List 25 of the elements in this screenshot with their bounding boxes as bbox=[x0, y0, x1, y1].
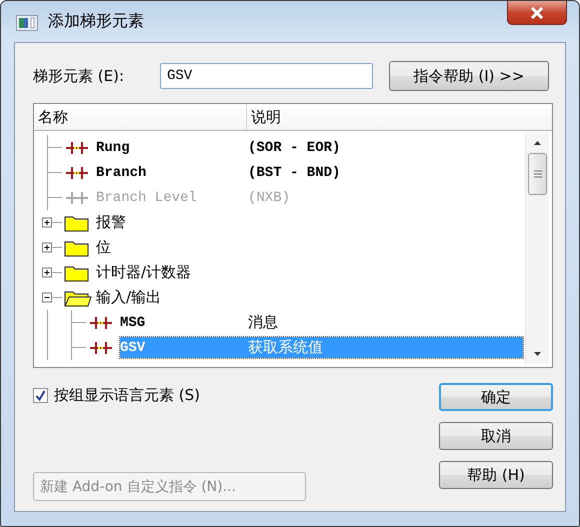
checkbox-label[interactable]: 按组显示语言元素 (S) bbox=[54, 386, 200, 405]
column-header[interactable]: 名称 bbox=[34, 104, 247, 130]
element-input[interactable]: GSV bbox=[160, 63, 373, 89]
grip-icon bbox=[532, 170, 542, 178]
scroll-thumb[interactable] bbox=[528, 153, 547, 195]
window-title: 添加梯形元素 bbox=[48, 11, 144, 32]
list-item[interactable]: 输入/输出 bbox=[96, 287, 523, 308]
list-item[interactable]: 位 bbox=[96, 237, 523, 258]
dialog-button[interactable]: 确定 bbox=[439, 383, 553, 411]
close-icon bbox=[530, 6, 544, 18]
close-button[interactable] bbox=[507, 1, 567, 25]
dialog-button[interactable]: 帮助 (H) bbox=[439, 461, 553, 489]
list-item[interactable]: 报警 bbox=[96, 212, 523, 233]
list-item[interactable]: Rung (SOR - EOR) bbox=[96, 137, 523, 158]
dialog-button[interactable]: 取消 bbox=[439, 422, 553, 450]
element-label: 梯形元素 (E): bbox=[33, 66, 126, 86]
instruction-help-button[interactable]: 指令帮助 (I) >> bbox=[389, 61, 549, 91]
list-item[interactable]: 计时器/计数器 bbox=[96, 262, 523, 283]
checkbox[interactable] bbox=[33, 388, 48, 403]
scrollbar[interactable] bbox=[525, 133, 549, 364]
check-icon bbox=[35, 390, 46, 401]
app-icon bbox=[16, 14, 38, 30]
list-item[interactable]: MSG 消息 bbox=[120, 312, 523, 333]
list-item[interactable]: Branch (BST - BND) bbox=[96, 162, 523, 183]
column-header[interactable]: 说明 bbox=[247, 104, 552, 130]
